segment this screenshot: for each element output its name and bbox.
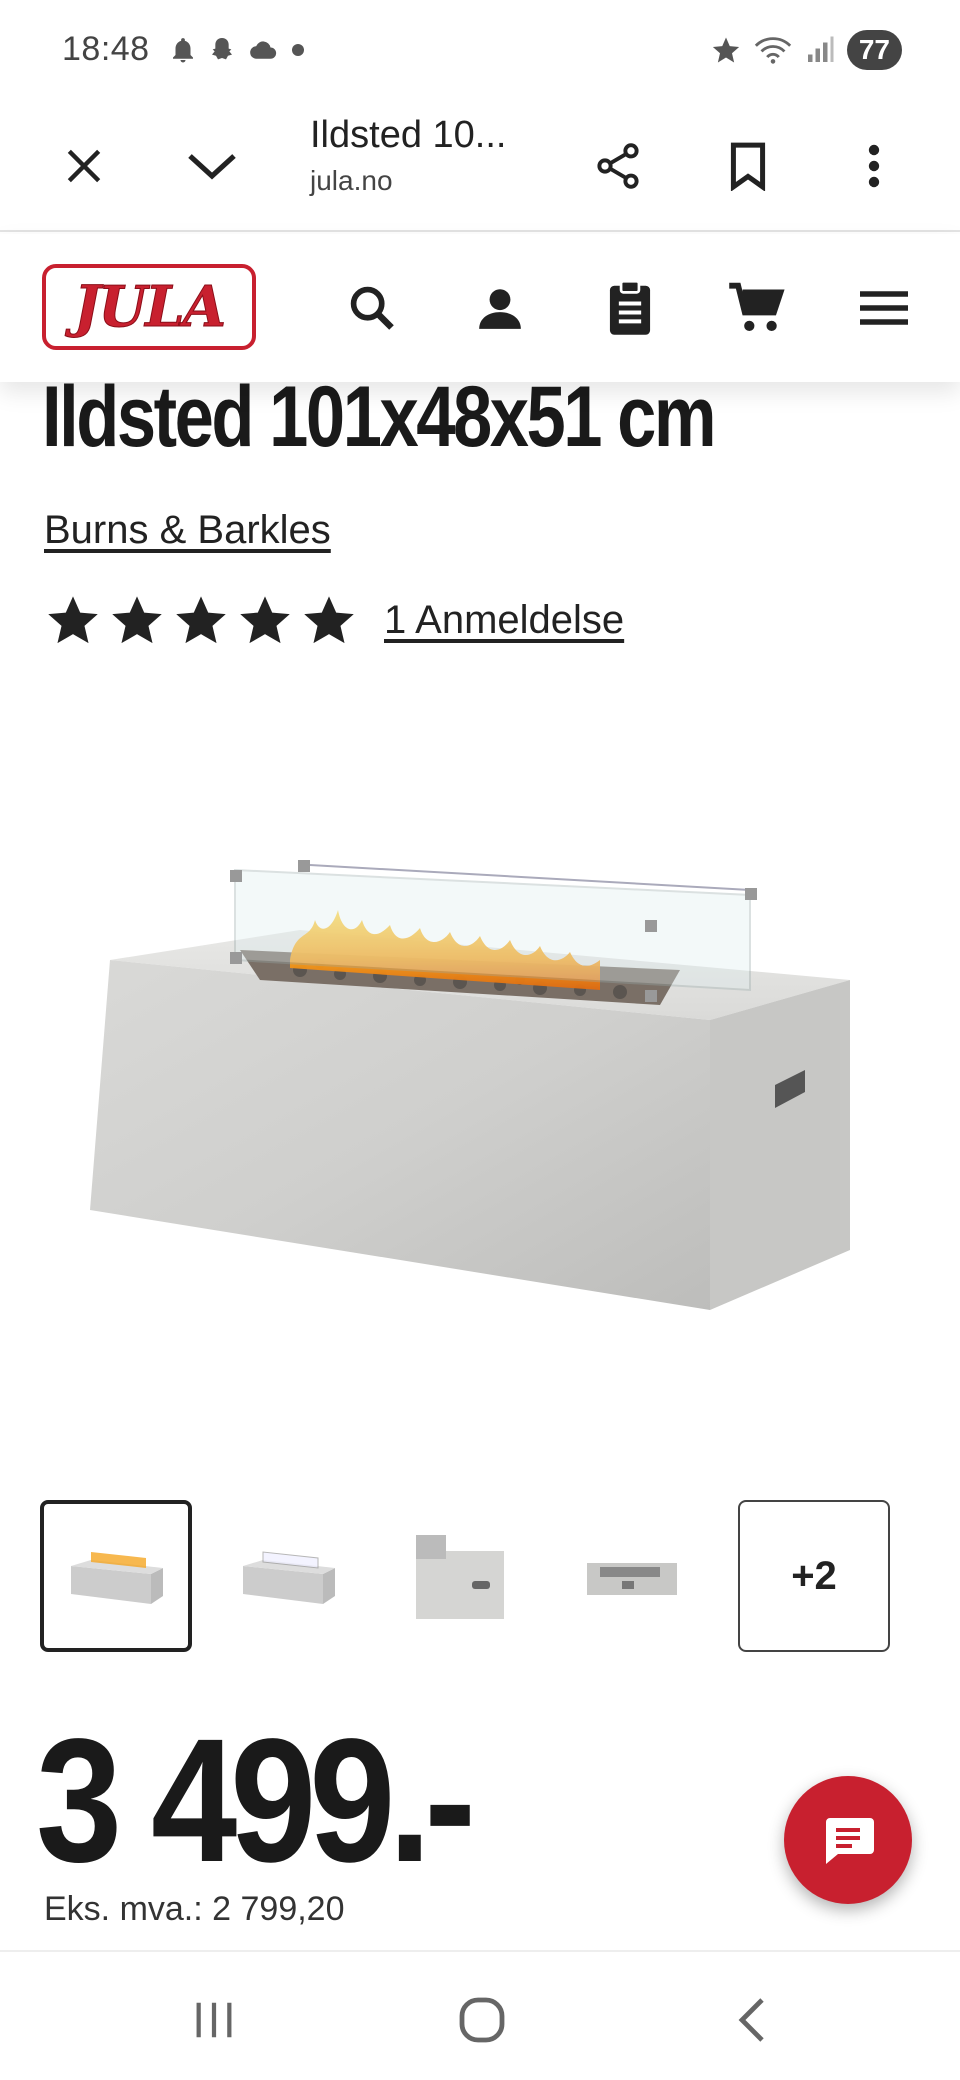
rating[interactable]: 1 Anmeldelse bbox=[46, 594, 624, 646]
more-options-button[interactable] bbox=[832, 124, 916, 208]
thumbnail-image bbox=[71, 1552, 163, 1604]
more-vertical-icon bbox=[868, 144, 880, 188]
thumbnail-1[interactable] bbox=[40, 1500, 192, 1652]
rating-stars bbox=[46, 594, 356, 646]
chevron-down-icon bbox=[188, 154, 236, 180]
account-icon bbox=[479, 289, 521, 329]
bookmark-button[interactable] bbox=[706, 124, 790, 208]
logo-text: JULA bbox=[73, 274, 226, 341]
site-header: JULA bbox=[0, 234, 960, 382]
menu-icon bbox=[860, 291, 908, 325]
page-title-area[interactable]: Ildsted 10... jula.no bbox=[310, 114, 550, 197]
cloud-icon bbox=[250, 41, 277, 59]
back-icon bbox=[738, 1998, 764, 2042]
thumbnail-image bbox=[243, 1551, 335, 1604]
shopping-list-button[interactable] bbox=[592, 270, 668, 346]
signal-icon bbox=[807, 36, 834, 62]
search-button[interactable] bbox=[334, 270, 410, 346]
snapchat-icon bbox=[212, 38, 232, 60]
reviews-link[interactable]: 1 Anmeldelse bbox=[384, 598, 624, 643]
battery-icon: 77 bbox=[846, 30, 902, 70]
minimize-button[interactable] bbox=[170, 124, 254, 208]
thumbnail-4[interactable] bbox=[556, 1500, 708, 1652]
menu-button[interactable] bbox=[846, 270, 922, 346]
notification-icons bbox=[168, 34, 308, 66]
thumbnail-image bbox=[587, 1563, 677, 1595]
product-price: 3 499.- bbox=[36, 1703, 476, 1899]
thumbnail-strip: +2 bbox=[40, 1500, 890, 1652]
star-icon bbox=[240, 596, 290, 644]
home-button[interactable] bbox=[442, 1980, 522, 2060]
star-icon bbox=[48, 596, 98, 644]
back-button[interactable] bbox=[712, 1980, 792, 2060]
more-images-button[interactable]: +2 bbox=[738, 1500, 890, 1652]
search-icon bbox=[350, 286, 394, 330]
thumbnail-image bbox=[416, 1535, 504, 1619]
dot-icon bbox=[292, 44, 304, 56]
brand-link[interactable]: Burns & Barkles bbox=[44, 508, 331, 553]
share-icon bbox=[597, 143, 639, 189]
system-nav-bar bbox=[0, 1950, 960, 2080]
status-bar: 18:48 77 bbox=[0, 0, 960, 100]
thumbnail-2[interactable] bbox=[212, 1500, 364, 1652]
thumbnail-3[interactable] bbox=[384, 1500, 536, 1652]
product-image[interactable] bbox=[70, 840, 860, 1330]
star-icon bbox=[304, 596, 354, 644]
account-button[interactable] bbox=[462, 270, 538, 346]
shopping-list-icon bbox=[609, 279, 651, 335]
recent-apps-button[interactable] bbox=[174, 1980, 254, 2060]
tab-title: Ildsted 10... bbox=[310, 114, 507, 156]
cart-icon bbox=[729, 282, 785, 331]
share-button[interactable] bbox=[576, 124, 660, 208]
wifi-icon bbox=[754, 37, 791, 64]
system-icons: 77 bbox=[711, 30, 902, 70]
jula-logo[interactable]: JULA bbox=[42, 264, 256, 350]
star-icon bbox=[712, 37, 739, 63]
home-icon bbox=[459, 1997, 505, 2043]
browser-toolbar: Ildsted 10... jula.no bbox=[0, 100, 960, 232]
tab-url: jula.no bbox=[310, 165, 393, 196]
star-icon bbox=[176, 596, 226, 644]
star-icon bbox=[112, 596, 162, 644]
product-title: Ildsted 101x48x51 cm bbox=[42, 369, 717, 465]
bookmark-icon bbox=[730, 142, 766, 191]
chat-icon bbox=[826, 1818, 874, 1864]
bell-icon bbox=[173, 38, 193, 63]
price-ex-vat: Eks. mva.: 2 799,20 bbox=[44, 1890, 345, 1928]
recent-apps-icon bbox=[196, 2002, 232, 2038]
close-icon bbox=[67, 149, 101, 183]
chat-button[interactable] bbox=[784, 1776, 912, 1904]
cart-button[interactable] bbox=[718, 270, 794, 346]
status-time: 18:48 bbox=[62, 30, 150, 68]
close-tab-button[interactable] bbox=[42, 124, 126, 208]
